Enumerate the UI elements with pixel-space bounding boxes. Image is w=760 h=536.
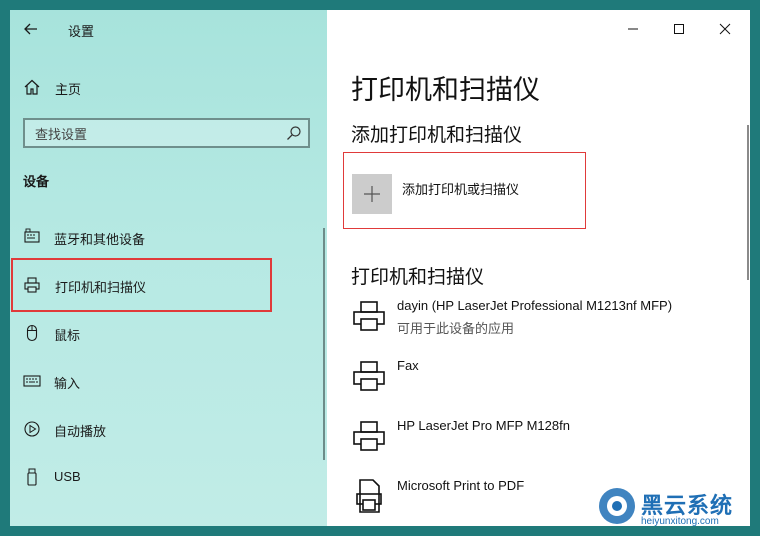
usb-icon: [27, 468, 37, 486]
sidebar-item-label: 蓝牙和其他设备: [54, 232, 146, 247]
minimize-icon: [628, 28, 638, 30]
sidebar: 设置 主页 设备 蓝牙和其他设备 打印机和扫描仪 鼠标 输入: [10, 10, 327, 526]
sidebar-item-autoplay[interactable]: 自动播放: [10, 410, 327, 448]
printers-section-title: 打印机和扫描仪: [351, 267, 485, 288]
printer-icon: [353, 361, 385, 391]
printer-item[interactable]: dayin (HP LaserJet Professional M1213nf …: [351, 298, 731, 352]
close-icon: [719, 23, 731, 35]
printer-name: dayin (HP LaserJet Professional M1213nf …: [397, 298, 673, 313]
search-icon[interactable]: [286, 125, 302, 141]
pdf-printer-icon: [356, 479, 382, 513]
sidebar-item-label: 鼠标: [54, 328, 81, 343]
autoplay-icon: [24, 421, 40, 437]
printer-status: 可用于此设备的应用: [397, 321, 515, 336]
maximize-icon: [674, 24, 684, 34]
sidebar-scrollbar[interactable]: [323, 228, 325, 460]
back-button[interactable]: [18, 16, 44, 42]
add-printer-label[interactable]: 添加打印机或扫描仪: [402, 179, 519, 198]
printer-icon: [353, 301, 385, 331]
printer-item[interactable]: Fax: [351, 358, 731, 412]
section-header-devices: 设备: [23, 174, 50, 189]
printer-icon: [353, 421, 385, 451]
keyboard-icon: [23, 375, 41, 387]
sidebar-item-home[interactable]: 主页: [10, 72, 327, 102]
printer-name: Microsoft Print to PDF: [397, 478, 525, 493]
cloud-logo-icon: [599, 488, 635, 524]
bluetooth-devices-icon: [24, 228, 40, 243]
watermark: 黑云系统 heiyunxitong.com: [597, 486, 757, 530]
close-button[interactable]: [702, 10, 748, 48]
sidebar-item-typing[interactable]: 输入: [10, 362, 327, 400]
sidebar-item-printers[interactable]: 打印机和扫描仪: [11, 258, 272, 312]
printer-item[interactable]: HP LaserJet Pro MFP M128fn: [351, 418, 731, 472]
printer-name: HP LaserJet Pro MFP M128fn: [397, 418, 570, 433]
maximize-button[interactable]: [656, 10, 702, 48]
sidebar-item-label: 自动播放: [54, 424, 107, 439]
add-section-title: 添加打印机和扫描仪: [351, 125, 523, 146]
watermark-url: heiyunxitong.com: [641, 516, 719, 527]
sidebar-item-bluetooth[interactable]: 蓝牙和其他设备: [10, 218, 327, 256]
minimize-button[interactable]: [610, 10, 656, 48]
home-icon: [24, 79, 40, 95]
window-controls: [610, 10, 750, 48]
add-printer-highlight: 添加打印机或扫描仪: [343, 152, 586, 229]
title-bar: 设置: [10, 10, 327, 48]
printer-icon: [24, 277, 40, 293]
plus-icon: [364, 186, 380, 202]
sidebar-item-usb[interactable]: USB: [10, 458, 327, 496]
printer-name: Fax: [397, 358, 419, 373]
sidebar-item-label: 主页: [55, 82, 82, 97]
search-input[interactable]: [35, 125, 275, 143]
sidebar-item-label: 输入: [54, 376, 81, 391]
app-title: 设置: [68, 24, 95, 39]
back-arrow-icon: [24, 23, 37, 35]
settings-window: 设置 主页 设备 蓝牙和其他设备 打印机和扫描仪 鼠标 输入: [10, 10, 750, 526]
sidebar-item-mouse[interactable]: 鼠标: [10, 314, 327, 352]
page-title: 打印机和扫描仪: [351, 75, 540, 105]
main-content: 打印机和扫描仪 添加打印机和扫描仪 添加打印机或扫描仪 打印机和扫描仪 dayi…: [327, 10, 750, 526]
add-printer-button[interactable]: [352, 174, 392, 214]
search-box: [23, 118, 310, 148]
sidebar-item-label: USB: [54, 469, 81, 484]
mouse-icon: [26, 324, 38, 342]
content-scrollbar[interactable]: [747, 125, 749, 280]
sidebar-item-label: 打印机和扫描仪: [55, 280, 147, 295]
